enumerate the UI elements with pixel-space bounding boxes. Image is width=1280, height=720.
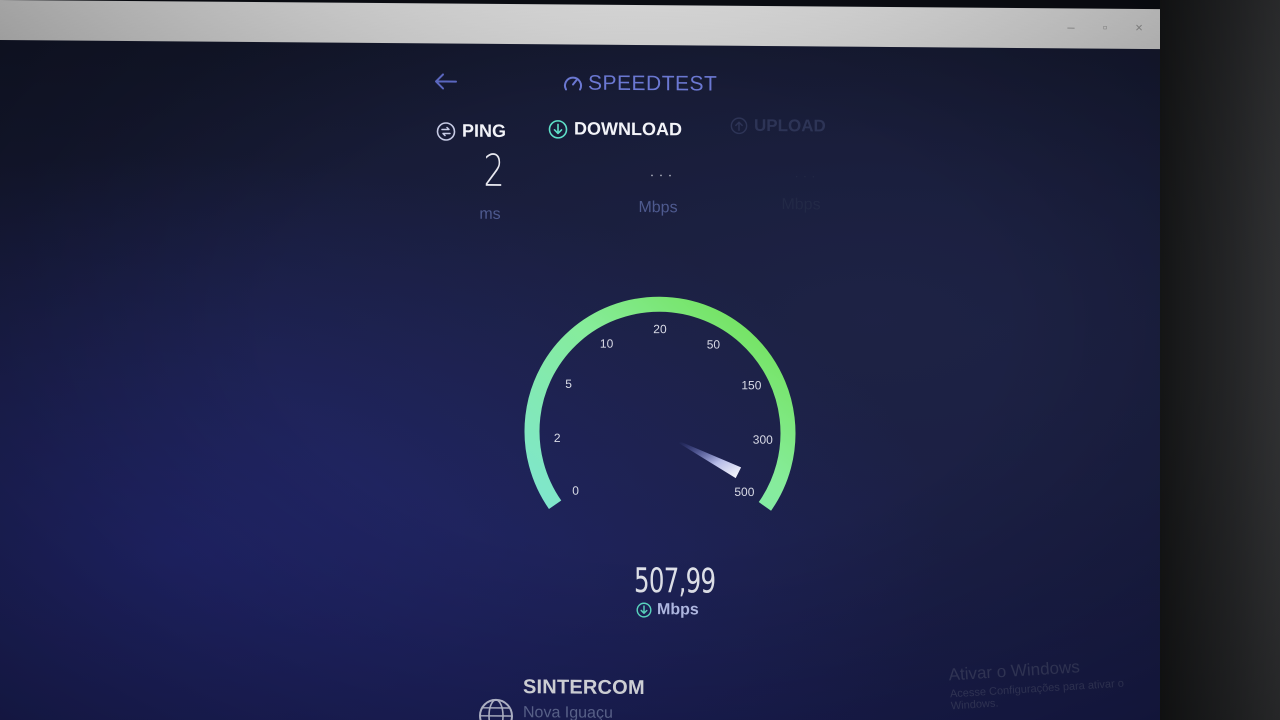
monitor-bezel — [1160, 0, 1280, 720]
gauge-tick-label: 20 — [653, 322, 667, 336]
download-label: DOWNLOAD — [574, 118, 682, 140]
gauge-ticks: 0 2 5 10 20 50 150 300 500 — [554, 322, 773, 499]
speed-gauge: 0 2 5 10 20 50 150 300 500 — [524, 296, 796, 511]
speed-reading-unit: Mbps — [636, 601, 699, 619]
speedtest-screen: SPEEDTEST PING 2 ms DOWNLOAD ... Mbps UP… — [0, 40, 1165, 720]
ping-unit: ms — [479, 205, 501, 223]
download-arrow-icon — [636, 602, 652, 618]
upload-unit: Mbps — [781, 196, 821, 214]
gauge-tick-label: 2 — [554, 431, 561, 445]
gauge-tick-label: 50 — [707, 337, 721, 351]
isp-name[interactable]: SINTERCOM — [523, 676, 645, 700]
ping-value: 2 — [483, 145, 505, 197]
upload-label: UPLOAD — [754, 115, 826, 136]
server-location[interactable]: Nova Iguaçu — [523, 704, 613, 720]
maximize-icon[interactable]: ▫ — [1098, 20, 1112, 35]
upload-value: ... — [793, 158, 819, 183]
gauge-tick-label: 5 — [565, 377, 572, 391]
download-header: DOWNLOAD — [548, 118, 682, 140]
upload-header: UPLOAD — [730, 116, 826, 137]
windows-activation-watermark: Ativar o Windows Acesse Configurações pa… — [948, 652, 1165, 712]
download-unit: Mbps — [638, 199, 678, 217]
close-icon[interactable]: × — [1132, 20, 1146, 35]
speed-reading-unit-label: Mbps — [657, 601, 699, 619]
gauge-needle — [679, 441, 742, 479]
download-arrow-icon — [548, 119, 568, 139]
upload-arrow-icon — [730, 117, 748, 135]
photo-stage: – ▫ × SPEEDTEST PING 2 ms DOWNLOAD ... M… — [0, 0, 1280, 720]
gauge-tick-label: 150 — [741, 378, 761, 392]
gauge-tick-label: 10 — [600, 337, 614, 351]
ping-icon — [436, 121, 456, 141]
app-title: SPEEDTEST — [588, 71, 718, 96]
ping-header: PING — [436, 120, 506, 142]
speed-reading: 507,99 — [634, 560, 716, 602]
app-logo: SPEEDTEST — [562, 70, 717, 97]
gauge-tick-label: 300 — [753, 433, 773, 447]
ping-label: PING — [462, 120, 507, 141]
gauge-tick-label: 0 — [572, 484, 579, 498]
download-value: ... — [648, 157, 676, 183]
globe-icon — [479, 698, 513, 720]
back-arrow-icon[interactable] — [432, 71, 458, 91]
minimize-icon[interactable]: – — [1064, 19, 1078, 34]
gauge-tick-label: 500 — [734, 485, 754, 499]
gauge-logo-icon — [564, 76, 582, 91]
